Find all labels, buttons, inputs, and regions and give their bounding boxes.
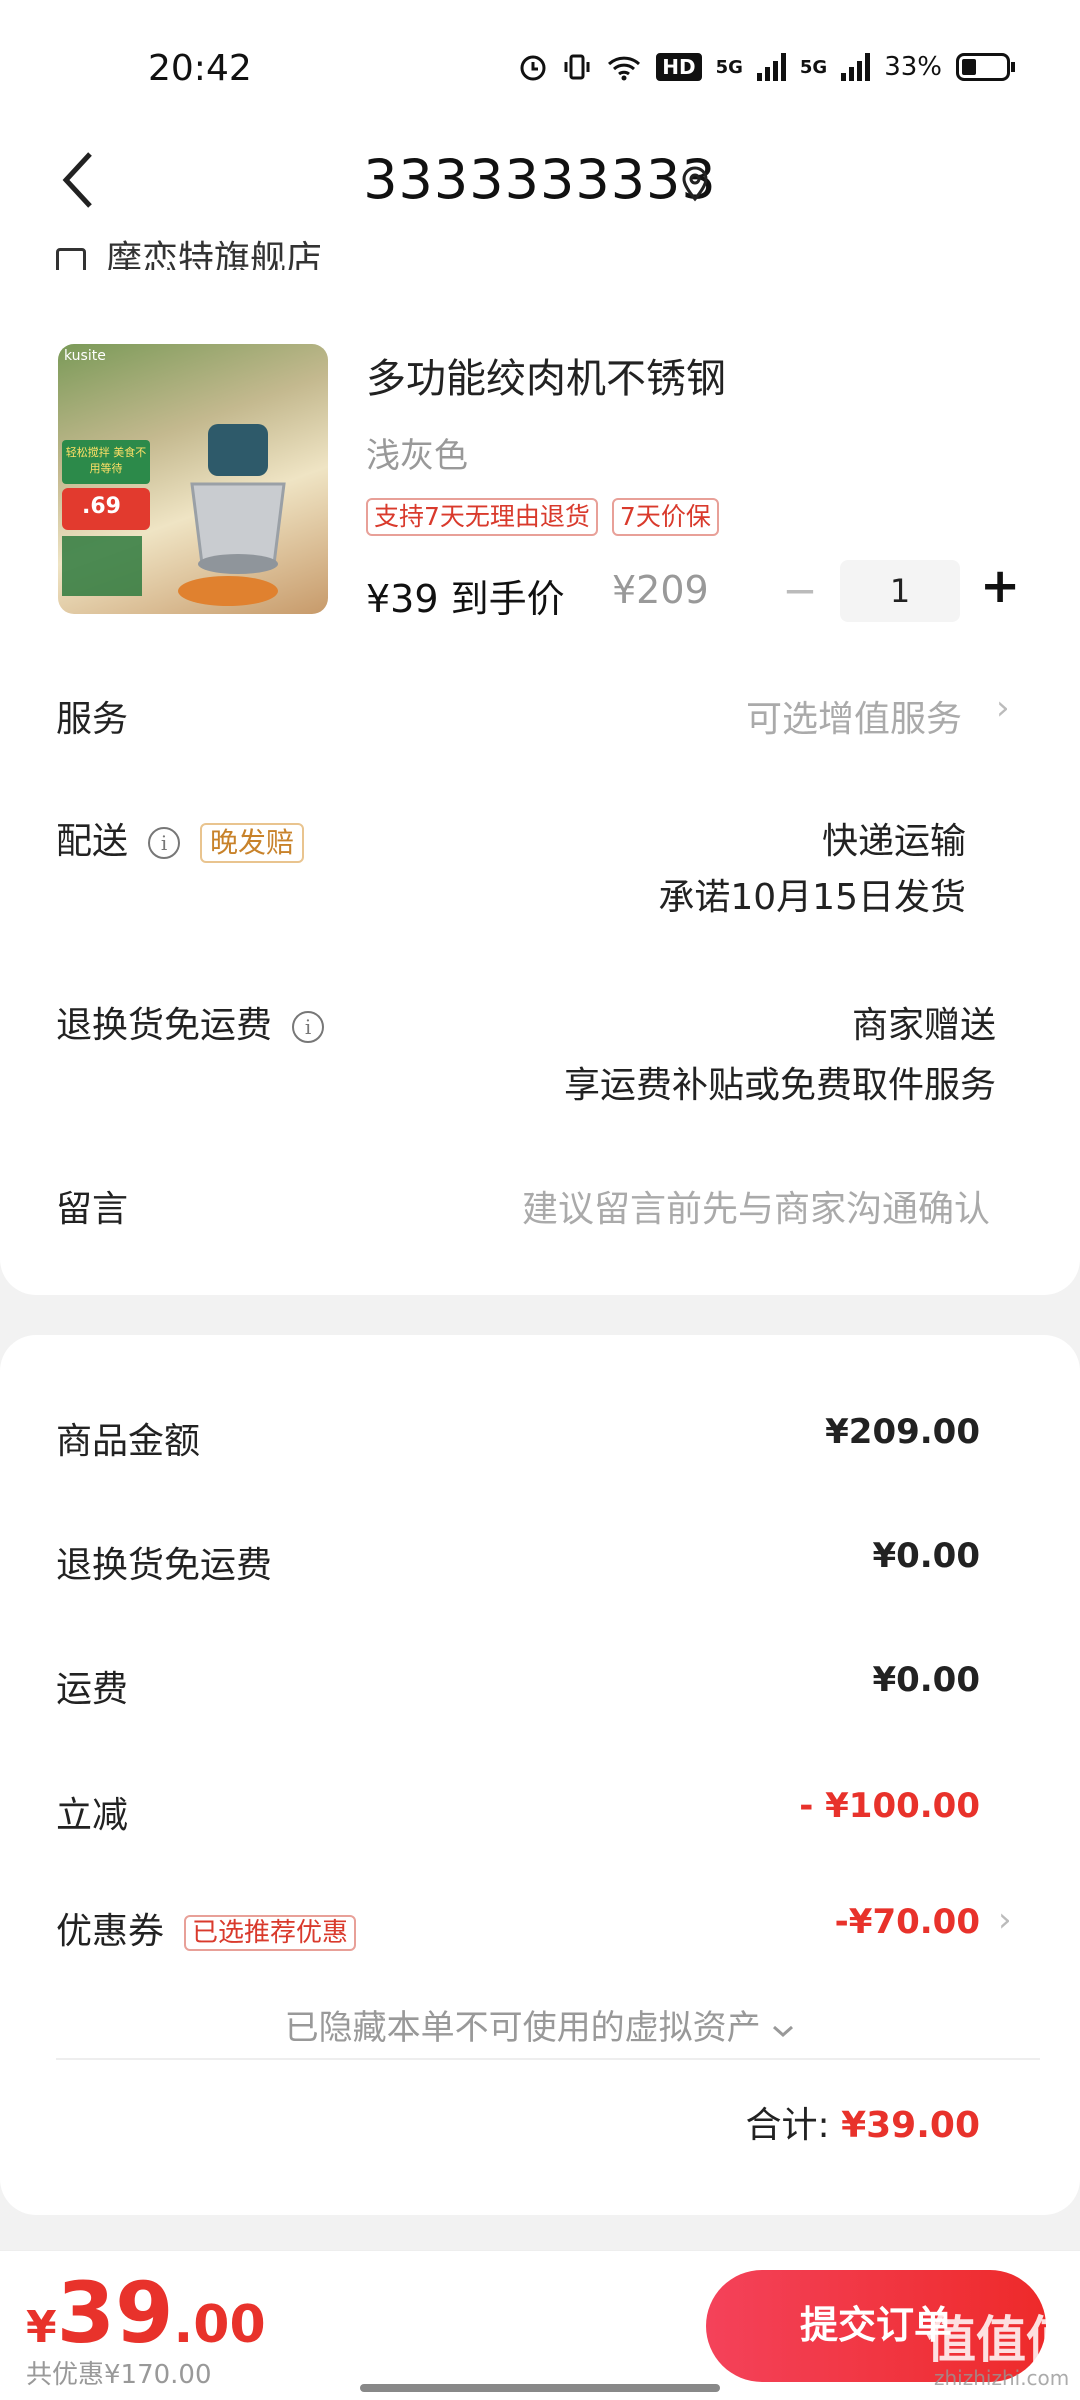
message-label: 留言 [56,1189,129,1230]
delivery-row-label: 配送 i 晚发赔 [56,812,305,864]
price-summary-card [0,1335,1080,2215]
quantity-plus-button[interactable]: + [980,558,1020,614]
watermark-logo: 值值值 [926,2311,1076,2369]
page-title: 3333333333 [363,148,717,211]
price-protect-tag: 7天价保 [611,498,719,536]
product-tags: 支持7天无理由退货 7天价保 [366,498,719,536]
info-icon[interactable]: i [148,827,181,859]
product-title: 多功能绞肉机不锈钢 [366,356,726,402]
hidden-assets-text: 已隐藏本单不可使用的虚拟资产 [284,2008,761,2048]
delivery-method[interactable]: 快递运输 [822,812,966,864]
return-label: 退换货免运费 [56,1005,273,1046]
store-name: 摩恋特旗舰店 [106,239,323,270]
watermark-url: zhizhizhi.com [934,2366,1070,2390]
product-image-tags [62,536,142,596]
pay-price-integer: 39 [56,2264,174,2362]
chevron-down-icon [773,2025,794,2038]
return-service: 享运费补贴或免费取件服务 [563,1065,996,1106]
vibrate-icon [564,54,590,80]
info-icon[interactable]: i [292,1011,325,1043]
product-image-logo: kusite [64,348,106,364]
discount-value: - ¥100.00 [799,1786,980,1826]
coupon-badge: 已选推荐优惠 [184,1915,357,1951]
shipping-label: 运费 [56,1669,129,1710]
signal-icon-1 [756,53,786,81]
final-price: ¥39 到手价 [366,577,565,621]
divider [56,2058,1040,2060]
total-value: ¥39.00 [841,2105,980,2146]
delivery-promise: 承诺10月15日发货 [658,877,966,918]
pay-currency: ¥ [26,2302,57,2353]
coupon-value[interactable]: -¥70.00 [835,1902,980,1942]
total-label: 合计: [745,2105,830,2146]
chevron-right-icon[interactable]: › [998,1900,1012,1940]
delivery-label: 配送 [56,821,129,862]
location-pin-icon[interactable] [680,166,710,202]
wifi-icon [608,56,641,81]
discount-label: 立减 [56,1795,129,1836]
pay-price: ¥39.00 [26,2264,266,2362]
message-input[interactable]: 建议留言前先与商家沟通确认 [522,1180,990,1232]
signal-icon-2 [841,53,871,81]
pay-price-decimal: .00 [173,2295,266,2355]
quantity-minus-button[interactable]: − [780,566,820,615]
goods-amount-value: ¥209.00 [825,1412,980,1452]
quantity-input[interactable]: 1 [840,560,960,622]
return-fee-label: 退换货免运费 [56,1545,273,1586]
battery-percent: 33% [884,52,942,82]
return-policy-tag: 支持7天无理由退货 [366,498,598,536]
product-image-price: .69 [62,488,150,530]
meat-grinder-illustration [190,424,286,574]
coupon-label: 优惠券 [56,1911,165,1952]
service-label: 服务 [56,699,129,740]
battery-icon [956,53,1015,81]
status-bar: 20:42 HD 5G 5G 33% [0,0,1080,140]
coupon-row-label[interactable]: 优惠券 已选推荐优惠 [56,1902,357,1954]
product-color: 浅灰色 [366,436,468,476]
total-saved: 共优惠¥170.00 [26,2360,212,2390]
shipping-value: ¥0.00 [872,1660,980,1700]
return-fee-value: ¥0.00 [872,1536,980,1576]
hd-icon: HD [656,53,702,81]
late-compensation-badge: 晚发赔 [200,823,305,863]
product-image[interactable]: kusite 轻松搅拌 美食不用等待 .69 [58,344,328,614]
return-row-label: 退换货免运费 i [56,996,325,1048]
product-image-badge: 轻松搅拌 美食不用等待 [62,440,150,484]
product-image-plate [178,576,278,606]
goods-amount-label: 商品金额 [56,1421,201,1462]
total-row: 合计: ¥39.00 [745,2096,980,2148]
home-indicator[interactable] [360,2384,720,2392]
hidden-assets-toggle[interactable]: 已隐藏本单不可使用的虚拟资产 [0,2000,1080,2049]
return-value: 商家赠送 [851,1005,996,1046]
store-icon [56,248,86,270]
network-label-1: 5G [715,56,743,78]
chevron-right-icon[interactable]: › [996,688,1010,728]
store-row[interactable]: 摩恋特旗舰店 [56,230,322,270]
network-label-2: 5G [799,56,828,78]
status-time: 20:42 [148,48,252,89]
service-value[interactable]: 可选增值服务 [746,690,962,742]
original-price: ¥209 [612,568,709,612]
alarm-icon [520,55,546,81]
status-icons: HD 5G 5G 33% [518,52,1015,82]
